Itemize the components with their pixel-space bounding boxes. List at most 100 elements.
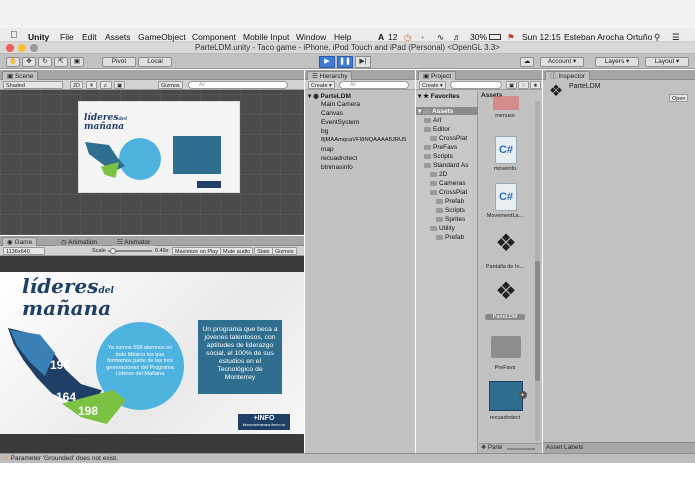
menu-help[interactable]: Help (334, 32, 351, 42)
menu-gameobject[interactable]: GameObject (138, 32, 186, 42)
asset-label[interactable]: Pantalla de In... (482, 264, 528, 270)
assets-node[interactable]: ▾ Assets (416, 107, 478, 115)
audio-toggle-icon[interactable]: ♬ (100, 81, 112, 89)
project-tree-item[interactable]: CrossPlat (430, 189, 467, 196)
hierarchy-item[interactable]: btnmasinfo (321, 164, 353, 171)
tab-game[interactable]: ◉ Game (2, 237, 38, 246)
hierarchy-item[interactable]: bg (321, 128, 328, 135)
tab-hierarchy[interactable]: ☰ Hierarchy (307, 71, 353, 80)
game-gizmos-dropdown[interactable]: Gizmos (272, 247, 297, 255)
cloud-icon[interactable]: ☁ (520, 57, 534, 67)
project-tree-item[interactable]: Utility (430, 225, 455, 232)
user-name[interactable]: Esteban Arocha Ortuño (564, 32, 652, 42)
hierarchy-scene-root[interactable]: ▾ ◉ ParteLDM (308, 92, 351, 100)
2d-toggle[interactable]: 2D (70, 81, 84, 89)
step-button[interactable]: ▶| (355, 56, 371, 68)
stats-toggle[interactable]: Stats (254, 247, 273, 255)
menu-unity[interactable]: Unity (28, 32, 49, 42)
tab-animation[interactable]: ◷ Animation (56, 237, 103, 246)
project-tree-item[interactable]: Standard As (424, 162, 468, 169)
account-dropdown[interactable]: Account ▾ (540, 57, 584, 67)
menu-assets[interactable]: Assets (105, 32, 131, 42)
folder-icon[interactable] (491, 336, 521, 358)
hierarchy-search-input[interactable]: All (339, 81, 409, 89)
csharp-script-icon[interactable]: C# (495, 183, 517, 211)
inspector-open-button[interactable]: Open (669, 94, 689, 102)
slide-info-button[interactable]: +INFO liderazdelmanana.itesm.mx (238, 414, 290, 430)
play-button[interactable]: ▶ (319, 56, 335, 68)
project-tree-item[interactable]: Scripts (436, 207, 465, 214)
scale-tool-icon[interactable]: ⇱ (54, 57, 68, 67)
scene-search-input[interactable]: All (188, 81, 288, 89)
menu-window[interactable]: Window (296, 32, 326, 42)
asset-label[interactable]: MovementLa... (482, 213, 528, 219)
resolution-dropdown[interactable]: 1136x640 (3, 247, 45, 255)
volume-icon[interactable]: ♬ (453, 32, 462, 42)
tab-inspector[interactable]: ⓘ Inspector (545, 71, 591, 80)
adobe-icon[interactable]: A (378, 32, 384, 42)
menu-edit[interactable]: Edit (82, 32, 97, 42)
unity-scene-icon[interactable]: ❖ (493, 279, 519, 305)
filter-type-icon[interactable]: ▣ (506, 81, 518, 89)
asset-label[interactable]: menuso (482, 113, 528, 119)
gizmos-dropdown[interactable]: Gizmos (158, 81, 183, 89)
csharp-script-icon[interactable]: C# (495, 136, 517, 164)
hierarchy-item[interactable]: recuadrotect (321, 155, 357, 162)
icon-size-slider[interactable] (507, 448, 535, 450)
project-tree-item[interactable]: Art (424, 117, 441, 124)
rect-tool-icon[interactable]: ▣ (70, 57, 84, 67)
hierarchy-item[interactable]: EventSystem (321, 119, 359, 126)
project-tree-item[interactable]: Scripts (424, 153, 453, 160)
close-window-button[interactable] (6, 44, 14, 52)
effects-toggle-icon[interactable]: ▣ (114, 81, 126, 89)
mute-audio-toggle[interactable]: Mute audio (220, 247, 254, 255)
tab-scene[interactable]: ▣ Scene (2, 71, 39, 80)
project-tree-item[interactable]: PreFavs (424, 144, 457, 151)
tab-project[interactable]: ▣ Project (418, 71, 457, 80)
project-tree-item[interactable]: Sprites (436, 216, 465, 223)
hand-tool-icon[interactable]: ✋ (6, 57, 20, 67)
image-asset-thumb[interactable] (489, 381, 523, 411)
expand-arrow-icon[interactable]: ▸ (519, 391, 527, 399)
project-search-input[interactable] (450, 81, 502, 89)
maximize-on-play-toggle[interactable]: Maximize on Play (172, 247, 222, 255)
pivot-toggle[interactable]: Pivot (102, 57, 136, 67)
shading-dropdown[interactable]: Shaded (3, 81, 63, 89)
scale-slider-thumb[interactable] (110, 248, 116, 254)
hierarchy-item[interactable]: Main Camera (321, 101, 360, 108)
asset-label[interactable]: recuadrotect (482, 415, 528, 421)
status-message[interactable]: Parameter 'Grounded' does not exist. (11, 455, 118, 462)
zoom-window-button[interactable] (30, 44, 38, 52)
project-tree-item[interactable]: Editor (424, 126, 450, 133)
project-tree-item[interactable]: 2D (430, 171, 447, 178)
tab-animator[interactable]: ☷ Animator (112, 237, 156, 246)
project-tree-item[interactable]: CrossPlat (430, 135, 467, 142)
asset-label-selected[interactable]: ParteLDM (485, 314, 525, 320)
game-view[interactable]: líderesdel mañana Ya somos 558 alumnos en… (0, 272, 304, 434)
favorites-node[interactable]: ▾ ★ Favorites (418, 92, 460, 100)
assets-scrollbar-thumb[interactable] (535, 261, 540, 381)
rotate-tool-icon[interactable]: ↻ (38, 57, 52, 67)
minimize-window-button[interactable] (18, 44, 26, 52)
apple-icon[interactable]:  (10, 30, 18, 41)
scene-canvas-preview[interactable]: líderesdel mañana (78, 101, 240, 193)
move-tool-icon[interactable]: ✥ (22, 57, 36, 67)
unity-scene-icon[interactable]: ❖ (493, 231, 519, 257)
pause-button[interactable]: ❚❚ (337, 56, 353, 68)
hierarchy-item[interactable]: 8jMAAmqcaVFI8NQAAAA8JRU5 (321, 137, 406, 143)
asset-label[interactable]: PreFavs (482, 365, 528, 371)
layout-dropdown[interactable]: Layout ▾ (645, 57, 689, 67)
hierarchy-item[interactable]: map (321, 146, 334, 153)
asset-thumb-partial[interactable] (493, 96, 519, 110)
battery-percent[interactable]: 30% (470, 32, 487, 42)
favorite-star-icon[interactable]: ★ (530, 81, 541, 89)
menu-mobile-input[interactable]: Mobile Input (243, 32, 289, 42)
hierarchy-item[interactable]: Canvas (321, 110, 343, 117)
clock-text[interactable]: Sun 12:15 (522, 32, 561, 42)
project-tree-item[interactable]: Prefab (436, 198, 464, 205)
layers-dropdown[interactable]: Layers ▾ (595, 57, 639, 67)
project-tree-item[interactable]: Prefab (436, 234, 464, 241)
project-create-dropdown[interactable]: Create ▾ (419, 81, 446, 89)
project-tree-item[interactable]: Cameras (430, 180, 465, 187)
menu-component[interactable]: Component (192, 32, 236, 42)
